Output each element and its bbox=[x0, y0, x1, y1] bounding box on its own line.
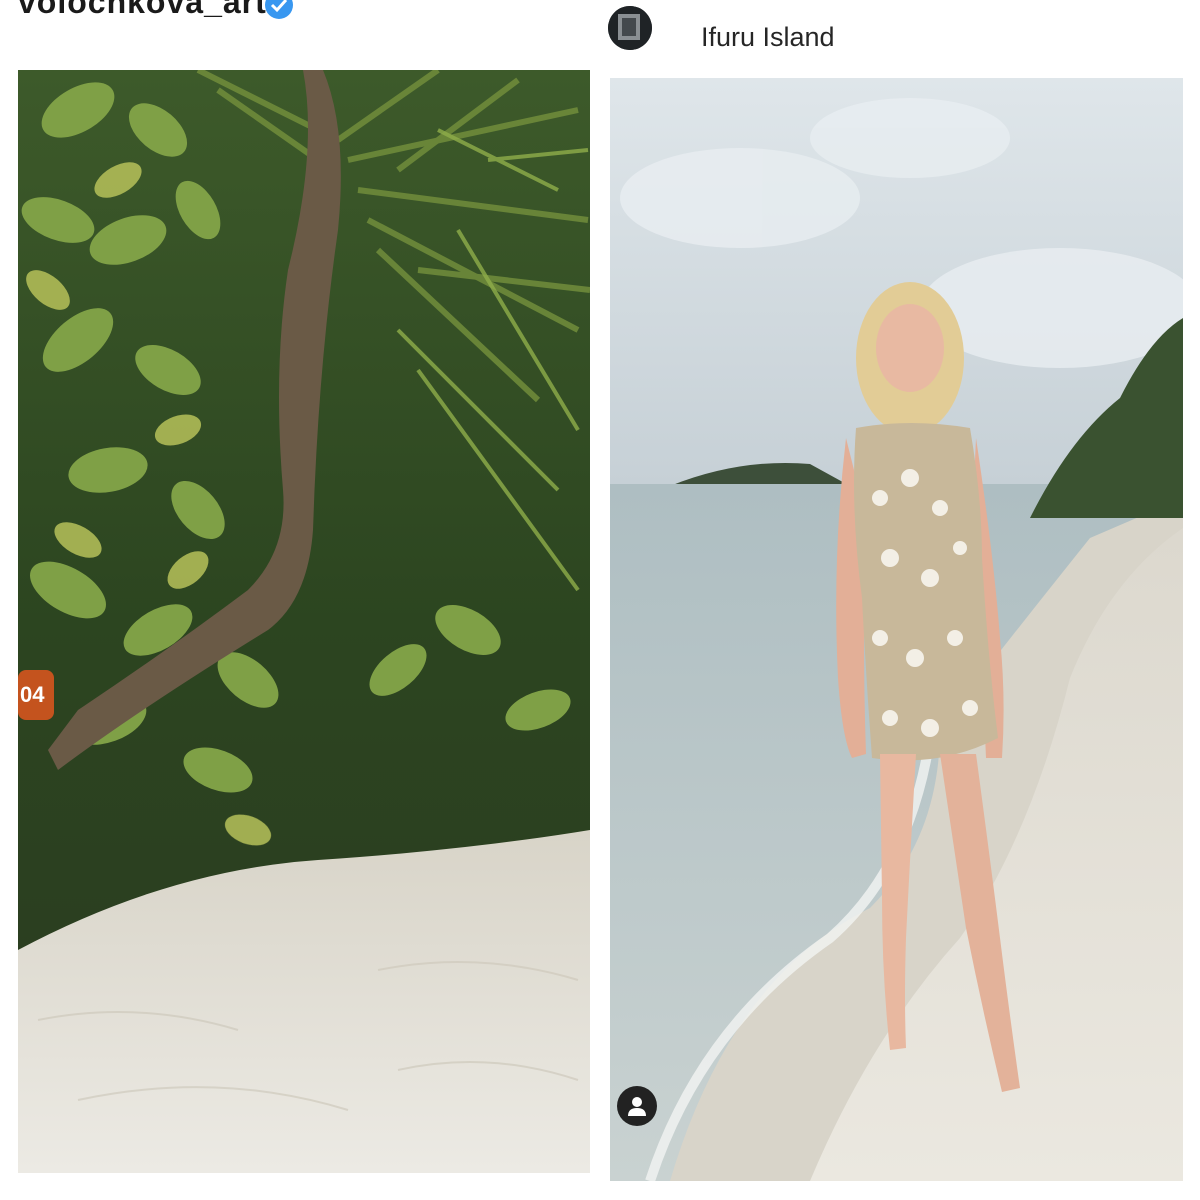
left-post-header: volochkova_art bbox=[0, 0, 600, 70]
left-post: volochkova_art 04 bbox=[0, 0, 600, 1200]
beach-photo-illustration bbox=[610, 78, 1183, 1181]
user-tag-button[interactable] bbox=[617, 1086, 657, 1126]
right-post-photo[interactable] bbox=[610, 78, 1183, 1181]
left-post-photo[interactable]: 04 bbox=[18, 70, 590, 1173]
right-post: Ifuru Island bbox=[600, 0, 1200, 1200]
right-post-header: Ifuru Island bbox=[600, 0, 1200, 76]
bikini-photo-illustration bbox=[18, 70, 590, 1173]
username[interactable]: volochkova_art bbox=[18, 0, 267, 21]
profile-avatar[interactable] bbox=[608, 6, 652, 50]
sign-number: 04 bbox=[20, 682, 45, 707]
location-link[interactable]: Ifuru Island bbox=[701, 22, 835, 53]
verified-icon bbox=[265, 0, 293, 19]
avatar-image bbox=[608, 6, 652, 50]
user-tag-icon bbox=[628, 1097, 646, 1116]
